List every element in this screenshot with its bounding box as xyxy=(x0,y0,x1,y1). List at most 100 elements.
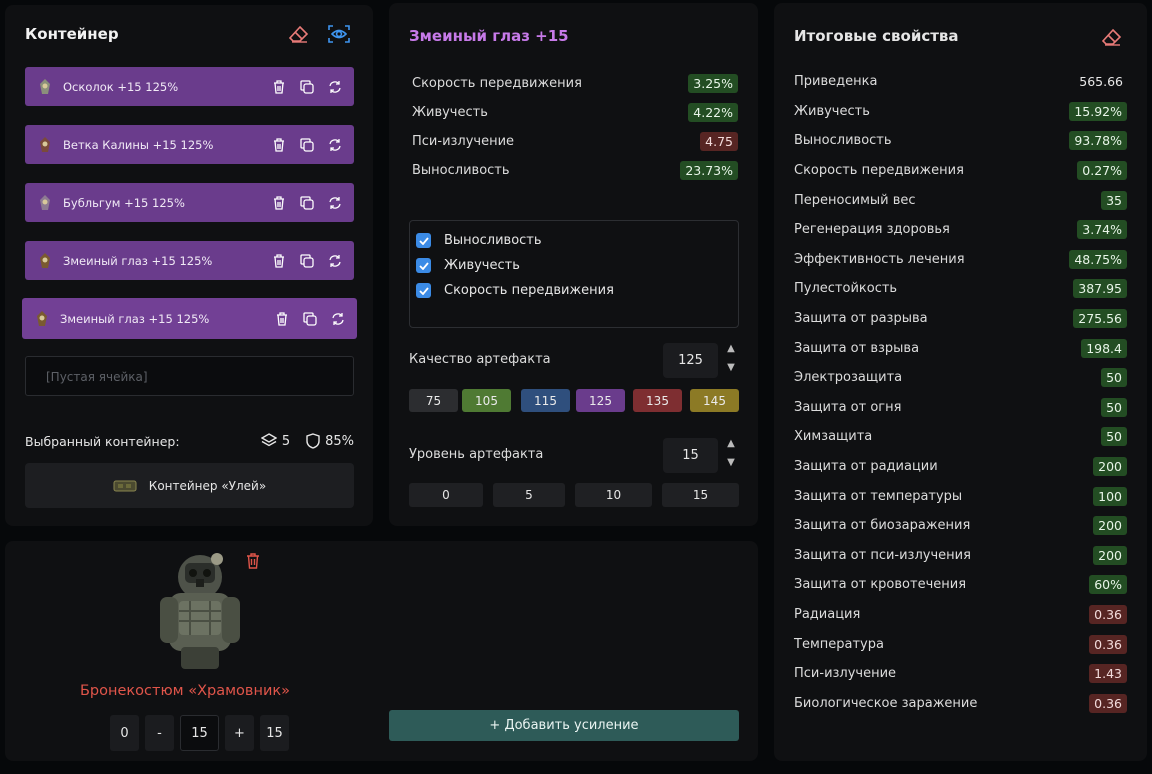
total-stat-row: Электрозащита 50 xyxy=(794,363,1127,393)
stat-value: 4.75 xyxy=(700,132,738,151)
capacity-value: 5 xyxy=(281,433,291,449)
total-stat-name: Защита от кровотечения xyxy=(794,577,967,593)
total-stat-row: Защита от взрыва 198.4 xyxy=(794,333,1127,363)
slot-label: Ветка Калины +15 125% xyxy=(63,137,214,152)
stat-checkbox-row[interactable]: Выносливость xyxy=(410,228,738,253)
stat-name: Выносливость xyxy=(412,163,510,178)
artifact-title: Змеиный глаз +15 xyxy=(409,27,569,45)
total-stat-name: Скорость передвижения xyxy=(794,163,964,179)
stat-filter-checkboxes: Выносливость Живучесть Скорость передвижен… xyxy=(409,220,739,328)
level-plus-button[interactable]: + xyxy=(225,715,254,751)
armor-name: Бронекостюм «Храмовник» xyxy=(79,683,290,699)
level-minus-button[interactable]: - xyxy=(145,715,174,751)
total-stat-name: Защита от температуры xyxy=(794,488,963,504)
total-stat-row: Защита от радиации 200 xyxy=(794,452,1127,482)
refresh-icon[interactable] xyxy=(326,136,344,154)
checkbox[interactable] xyxy=(416,233,431,248)
container-slot[interactable]: Осколок +15 125% xyxy=(25,67,354,106)
container-slot[interactable]: Змеиный глаз +15 125% xyxy=(25,241,354,280)
total-stat-value: 60% xyxy=(1089,575,1127,595)
refresh-icon[interactable] xyxy=(326,194,344,212)
trash-icon[interactable] xyxy=(270,136,288,154)
branch-artifact-icon xyxy=(40,136,50,152)
container-slot[interactable]: Ветка Калины +15 125% xyxy=(25,125,354,164)
slot-label: Осколок +15 125% xyxy=(63,79,179,94)
container-slot[interactable]: Змеиный глаз +15 125% xyxy=(22,298,357,339)
stat-checkbox-row[interactable]: Живучесть xyxy=(410,253,738,278)
quality-preset-button[interactable]: 135 xyxy=(633,389,682,412)
quality-input[interactable]: 125 xyxy=(663,343,718,378)
container-title: Контейнер xyxy=(25,25,119,43)
level-preset-button[interactable]: 15 xyxy=(662,483,739,507)
level-input[interactable]: 15 xyxy=(663,438,718,473)
shard-artifact-icon xyxy=(40,78,50,94)
total-stat-row: Защита от биозаражения 200 xyxy=(794,511,1127,541)
total-stat-name: Пулестойкость xyxy=(794,281,898,297)
total-stat-value: 200 xyxy=(1093,516,1127,536)
total-stat-name: Защита от пси-излучения xyxy=(794,547,971,563)
copy-icon[interactable] xyxy=(298,136,316,154)
trash-icon[interactable] xyxy=(273,310,291,328)
eye-scan-icon[interactable] xyxy=(327,22,351,46)
total-stat-name: Живучесть xyxy=(794,103,870,119)
refresh-icon[interactable] xyxy=(329,310,347,328)
container-panel: Контейнер Осколок +15 125% Ветка Калины +… xyxy=(5,5,373,526)
quality-preset-button[interactable]: 145 xyxy=(690,389,739,412)
copy-icon[interactable] xyxy=(298,252,316,270)
trash-icon[interactable] xyxy=(270,194,288,212)
artifact-stats: Скорость передвижения 3.25% Живучесть 4.22%… xyxy=(412,69,738,185)
level-preset-button[interactable]: 10 xyxy=(575,483,652,507)
trash-icon[interactable] xyxy=(270,252,288,270)
total-stat-value: 275.56 xyxy=(1073,309,1127,329)
stat-name: Скорость передвижения xyxy=(412,76,582,91)
total-stat-value: 0.36 xyxy=(1089,693,1127,713)
refresh-icon[interactable] xyxy=(326,252,344,270)
total-stat-value: 50 xyxy=(1101,368,1127,388)
checkbox[interactable] xyxy=(416,283,431,298)
eraser-icon[interactable] xyxy=(1100,25,1124,49)
level-max-button[interactable]: 15 xyxy=(260,715,289,751)
total-stat-value: 93.78% xyxy=(1069,131,1127,151)
stat-checkbox-row[interactable]: Скорость передвижения xyxy=(410,278,738,303)
total-stat-row: Биологическое заражение 0.36 xyxy=(794,688,1127,718)
armor-level-input[interactable]: 15 xyxy=(180,715,219,751)
artifact-stat-row: Пси-излучение 4.75 xyxy=(412,127,738,156)
quality-preset-button[interactable]: 75 xyxy=(409,389,458,412)
armor-suit-image xyxy=(160,553,240,669)
quality-preset-button[interactable]: 115 xyxy=(521,389,570,412)
level-preset-button[interactable]: 0 xyxy=(409,483,483,507)
total-stat-value: 1.43 xyxy=(1089,664,1127,684)
quality-preset-button[interactable]: 105 xyxy=(462,389,511,412)
empty-slot[interactable]: [Пустая ячейка] xyxy=(25,356,354,396)
trash-icon[interactable] xyxy=(270,78,288,96)
container-slot[interactable]: Бубльгум +15 125% xyxy=(25,183,354,222)
delete-armor-trash-icon[interactable] xyxy=(246,553,260,573)
bubblegum-artifact-icon xyxy=(40,194,50,210)
add-upgrade-button[interactable]: + Добавить усиление xyxy=(389,710,739,741)
stat-value: 3.25% xyxy=(688,74,738,93)
total-stat-row: Радиация 0.36 xyxy=(794,600,1127,630)
level-down-icon[interactable]: ▼ xyxy=(725,457,737,469)
copy-icon[interactable] xyxy=(298,78,316,96)
quality-up-icon[interactable]: ▲ xyxy=(725,343,737,355)
level-min-button[interactable]: 0 xyxy=(110,715,139,751)
level-up-icon[interactable]: ▲ xyxy=(725,438,737,450)
copy-icon[interactable] xyxy=(301,310,319,328)
quality-preset-button[interactable]: 125 xyxy=(576,389,625,412)
totals-panel: Итоговые свойства Приведенка 565.66 Живуче… xyxy=(774,3,1147,761)
slot-label: Бубльгум +15 125% xyxy=(63,195,185,210)
copy-icon[interactable] xyxy=(298,194,316,212)
total-stat-name: Биологическое заражение xyxy=(794,695,978,711)
total-stat-value: 48.75% xyxy=(1069,249,1127,269)
total-stat-name: Регенерация здоровья xyxy=(794,222,950,238)
eraser-icon[interactable] xyxy=(287,22,311,46)
checkbox[interactable] xyxy=(416,258,431,273)
layers-icon xyxy=(260,433,277,447)
artifact-panel: Змеиный глаз +15 Скорость передвижения 3.… xyxy=(389,3,758,526)
selected-container-row: Выбранный контейнер: 5 85% xyxy=(25,433,354,449)
total-stat-name: Радиация xyxy=(794,606,861,622)
container-select-button[interactable]: Контейнер «Улей» xyxy=(25,463,354,508)
refresh-icon[interactable] xyxy=(326,78,344,96)
quality-down-icon[interactable]: ▼ xyxy=(725,362,737,374)
level-preset-button[interactable]: 5 xyxy=(493,483,565,507)
